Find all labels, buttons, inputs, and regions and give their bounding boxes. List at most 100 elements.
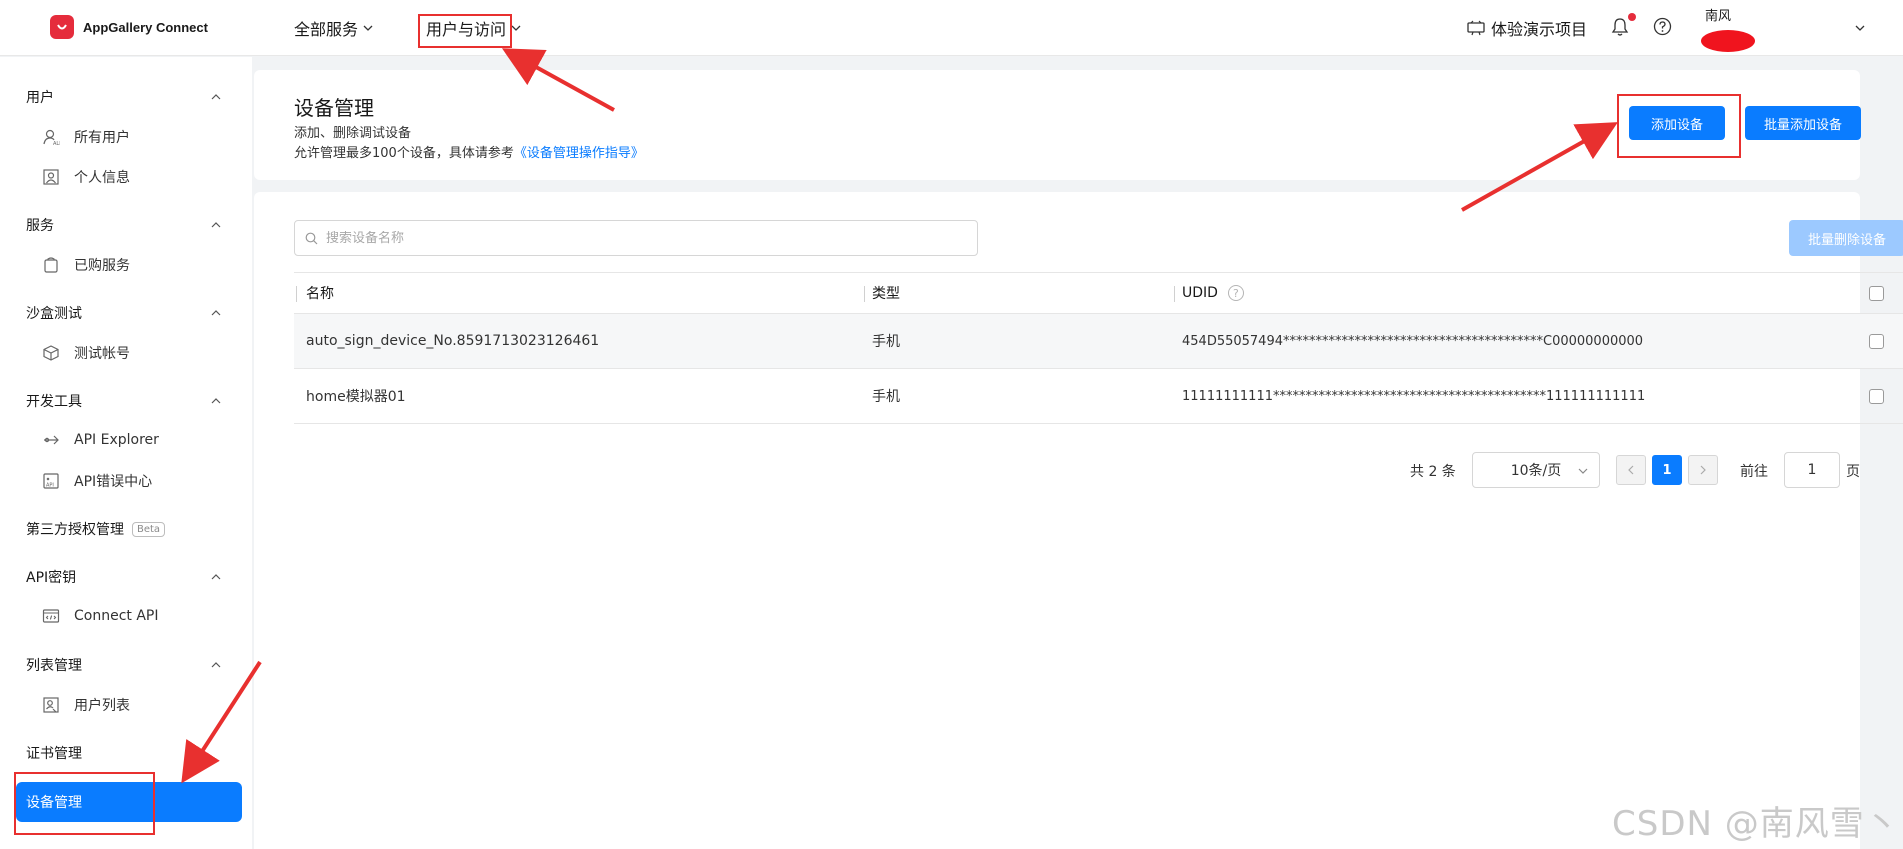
goto-label: 前往 — [1740, 464, 1768, 480]
table-row[interactable]: auto_sign_device_No.8591713023126461 手机 … — [294, 314, 1903, 369]
sidebar-item-profile[interactable]: 个人信息 — [42, 167, 130, 187]
cube-icon — [43, 345, 59, 361]
chevron-down-icon[interactable] — [1854, 22, 1866, 34]
top-bar: AppGallery Connect 全部服务 用户与访问 体验演示项目 南风 — [0, 0, 1903, 56]
sidebar-group-services[interactable]: 服务 — [26, 215, 222, 235]
user-access-menu[interactable]: 用户与访问 — [426, 16, 522, 40]
device-name: home模拟器01 — [306, 389, 406, 405]
page-size-select[interactable]: 10条/页 — [1472, 452, 1600, 488]
limit-text: 允许管理最多100个设备，具体请参考 — [294, 146, 514, 161]
row-select-cell — [1869, 369, 1884, 423]
chevron-left-icon — [1628, 465, 1634, 475]
sidebar-item-label: API Explorer — [74, 432, 159, 448]
search-input[interactable] — [326, 230, 926, 246]
page-description-limit: 允许管理最多100个设备，具体请参考《设备管理操作指导》 — [294, 142, 644, 161]
sidebar-item-label: 所有用户 — [74, 130, 130, 146]
device-guide-link[interactable]: 《设备管理操作指导》 — [514, 146, 644, 161]
sidebar-item-device-management[interactable]: 设备管理 — [16, 782, 242, 822]
all-services-menu[interactable]: 全部服务 — [294, 16, 374, 40]
batch-add-device-button[interactable]: 批量添加设备 — [1745, 106, 1861, 140]
csdn-watermark: CSDN @南风雪丶 — [1612, 804, 1900, 844]
page-suffix: 页 — [1846, 464, 1860, 480]
select-all-checkbox[interactable] — [1869, 285, 1884, 301]
demo-icon — [1467, 20, 1485, 36]
app-logo[interactable]: AppGallery Connect — [50, 15, 208, 39]
batch-delete-device-button[interactable]: 批量删除设备 — [1789, 220, 1903, 256]
sidebar-item-all-users[interactable]: ALL 所有用户 — [42, 127, 130, 147]
api-error-icon: API — [43, 473, 59, 489]
goto-page-input[interactable] — [1784, 452, 1840, 488]
table-row[interactable]: home模拟器01 手机 11111111111****************… — [294, 369, 1903, 424]
sidebar-item-label: 已购服务 — [74, 258, 130, 274]
sidebar-item-label: 测试帐号 — [74, 346, 130, 362]
device-name: auto_sign_device_No.8591713023126461 — [306, 333, 600, 349]
bell-icon[interactable] — [1611, 17, 1629, 37]
table-header-row: 名称 类型 UDID ? — [294, 272, 1903, 314]
sidebar-item-label: 个人信息 — [74, 170, 130, 186]
sidebar-item-test-account[interactable]: 测试帐号 — [42, 343, 130, 363]
page-description: 添加、删除调试设备 — [294, 126, 412, 141]
chevron-down-icon — [1578, 468, 1588, 474]
sidebar-group-list-management[interactable]: 列表管理 — [26, 655, 222, 675]
all-services-label: 全部服务 — [294, 20, 359, 39]
column-header-udid: UDID ? — [1182, 273, 1244, 313]
column-header-type: 类型 — [872, 286, 900, 302]
notification-dot — [1628, 13, 1636, 21]
user-name[interactable]: 南风 — [1705, 5, 1731, 24]
sidebar-item-label: 设备管理 — [26, 795, 82, 811]
sidebar-item-api-error-center[interactable]: API API错误中心 — [42, 471, 152, 491]
help-icon[interactable] — [1653, 17, 1672, 36]
pagination: 共 2 条 10条/页 1 前往 页 — [254, 452, 1860, 488]
page-number-current[interactable]: 1 — [1652, 455, 1682, 485]
sidebar: 用户 ALL 所有用户 个人信息 服务 已购服务 沙盒测试 测试帐号 开发工具 … — [0, 57, 252, 849]
total-count: 共 2 条 — [1410, 464, 1456, 480]
sidebar-group-label: 服务 — [26, 218, 54, 234]
device-table: 名称 类型 UDID ? auto_sign_device_No.8591713… — [294, 272, 1903, 424]
redacted-account-id — [1701, 30, 1755, 52]
prev-page-button[interactable] — [1616, 455, 1646, 485]
sidebar-item-label: Connect API — [74, 608, 159, 624]
device-udid: 11111111111*****************************… — [1182, 388, 1646, 404]
row-checkbox[interactable] — [1869, 388, 1884, 404]
user-access-label: 用户与访问 — [426, 20, 507, 39]
sidebar-group-label: 沙盒测试 — [26, 306, 82, 322]
user-all-icon: ALL — [43, 129, 60, 146]
sidebar-item-certificate-management[interactable]: 证书管理 — [26, 743, 222, 763]
sidebar-group-dev-tools[interactable]: 开发工具 — [26, 391, 222, 411]
search-box[interactable] — [294, 220, 978, 256]
chevron-up-icon — [211, 310, 221, 316]
sidebar-group-label: 第三方授权管理 — [26, 522, 124, 538]
sidebar-item-third-party-auth[interactable]: 第三方授权管理 Beta — [26, 519, 222, 539]
api-explorer-icon — [44, 435, 59, 445]
sidebar-item-connect-api[interactable]: Connect API — [42, 607, 159, 625]
device-type: 手机 — [872, 334, 900, 350]
page-title: 设备管理 — [294, 96, 374, 120]
select-all-cell — [1869, 273, 1884, 313]
beta-badge: Beta — [132, 521, 166, 537]
bag-icon — [44, 257, 58, 273]
sidebar-group-sandbox[interactable]: 沙盒测试 — [26, 303, 222, 323]
row-checkbox[interactable] — [1869, 333, 1884, 349]
sidebar-group-label: API密钥 — [26, 570, 77, 586]
sidebar-item-user-list[interactable]: 用户列表 — [42, 695, 130, 715]
device-list-card: 批量删除设备 名称 类型 UDID ? auto_sign_device_No.… — [254, 192, 1903, 849]
sidebar-item-purchased-services[interactable]: 已购服务 — [42, 255, 130, 275]
chevron-up-icon — [211, 94, 221, 100]
svg-text:ALL: ALL — [53, 141, 60, 146]
svg-text:API: API — [46, 483, 54, 489]
app-name: AppGallery Connect — [83, 19, 208, 35]
column-header-udid-label: UDID — [1182, 285, 1218, 301]
sidebar-group-label: 证书管理 — [26, 746, 82, 762]
appgallery-logo-icon — [50, 15, 74, 39]
column-header-name: 名称 — [306, 286, 334, 302]
sidebar-group-api-keys[interactable]: API密钥 — [26, 567, 222, 587]
page-size-value: 10条/页 — [1510, 463, 1562, 479]
column-separator — [296, 286, 297, 302]
sidebar-group-label: 用户 — [26, 90, 54, 106]
question-icon[interactable]: ? — [1227, 285, 1244, 301]
demo-project-link[interactable]: 体验演示项目 — [1467, 16, 1587, 40]
next-page-button[interactable] — [1688, 455, 1718, 485]
sidebar-group-users[interactable]: 用户 — [26, 87, 222, 107]
sidebar-item-api-explorer[interactable]: API Explorer — [42, 431, 159, 449]
add-device-button[interactable]: 添加设备 — [1629, 106, 1725, 140]
